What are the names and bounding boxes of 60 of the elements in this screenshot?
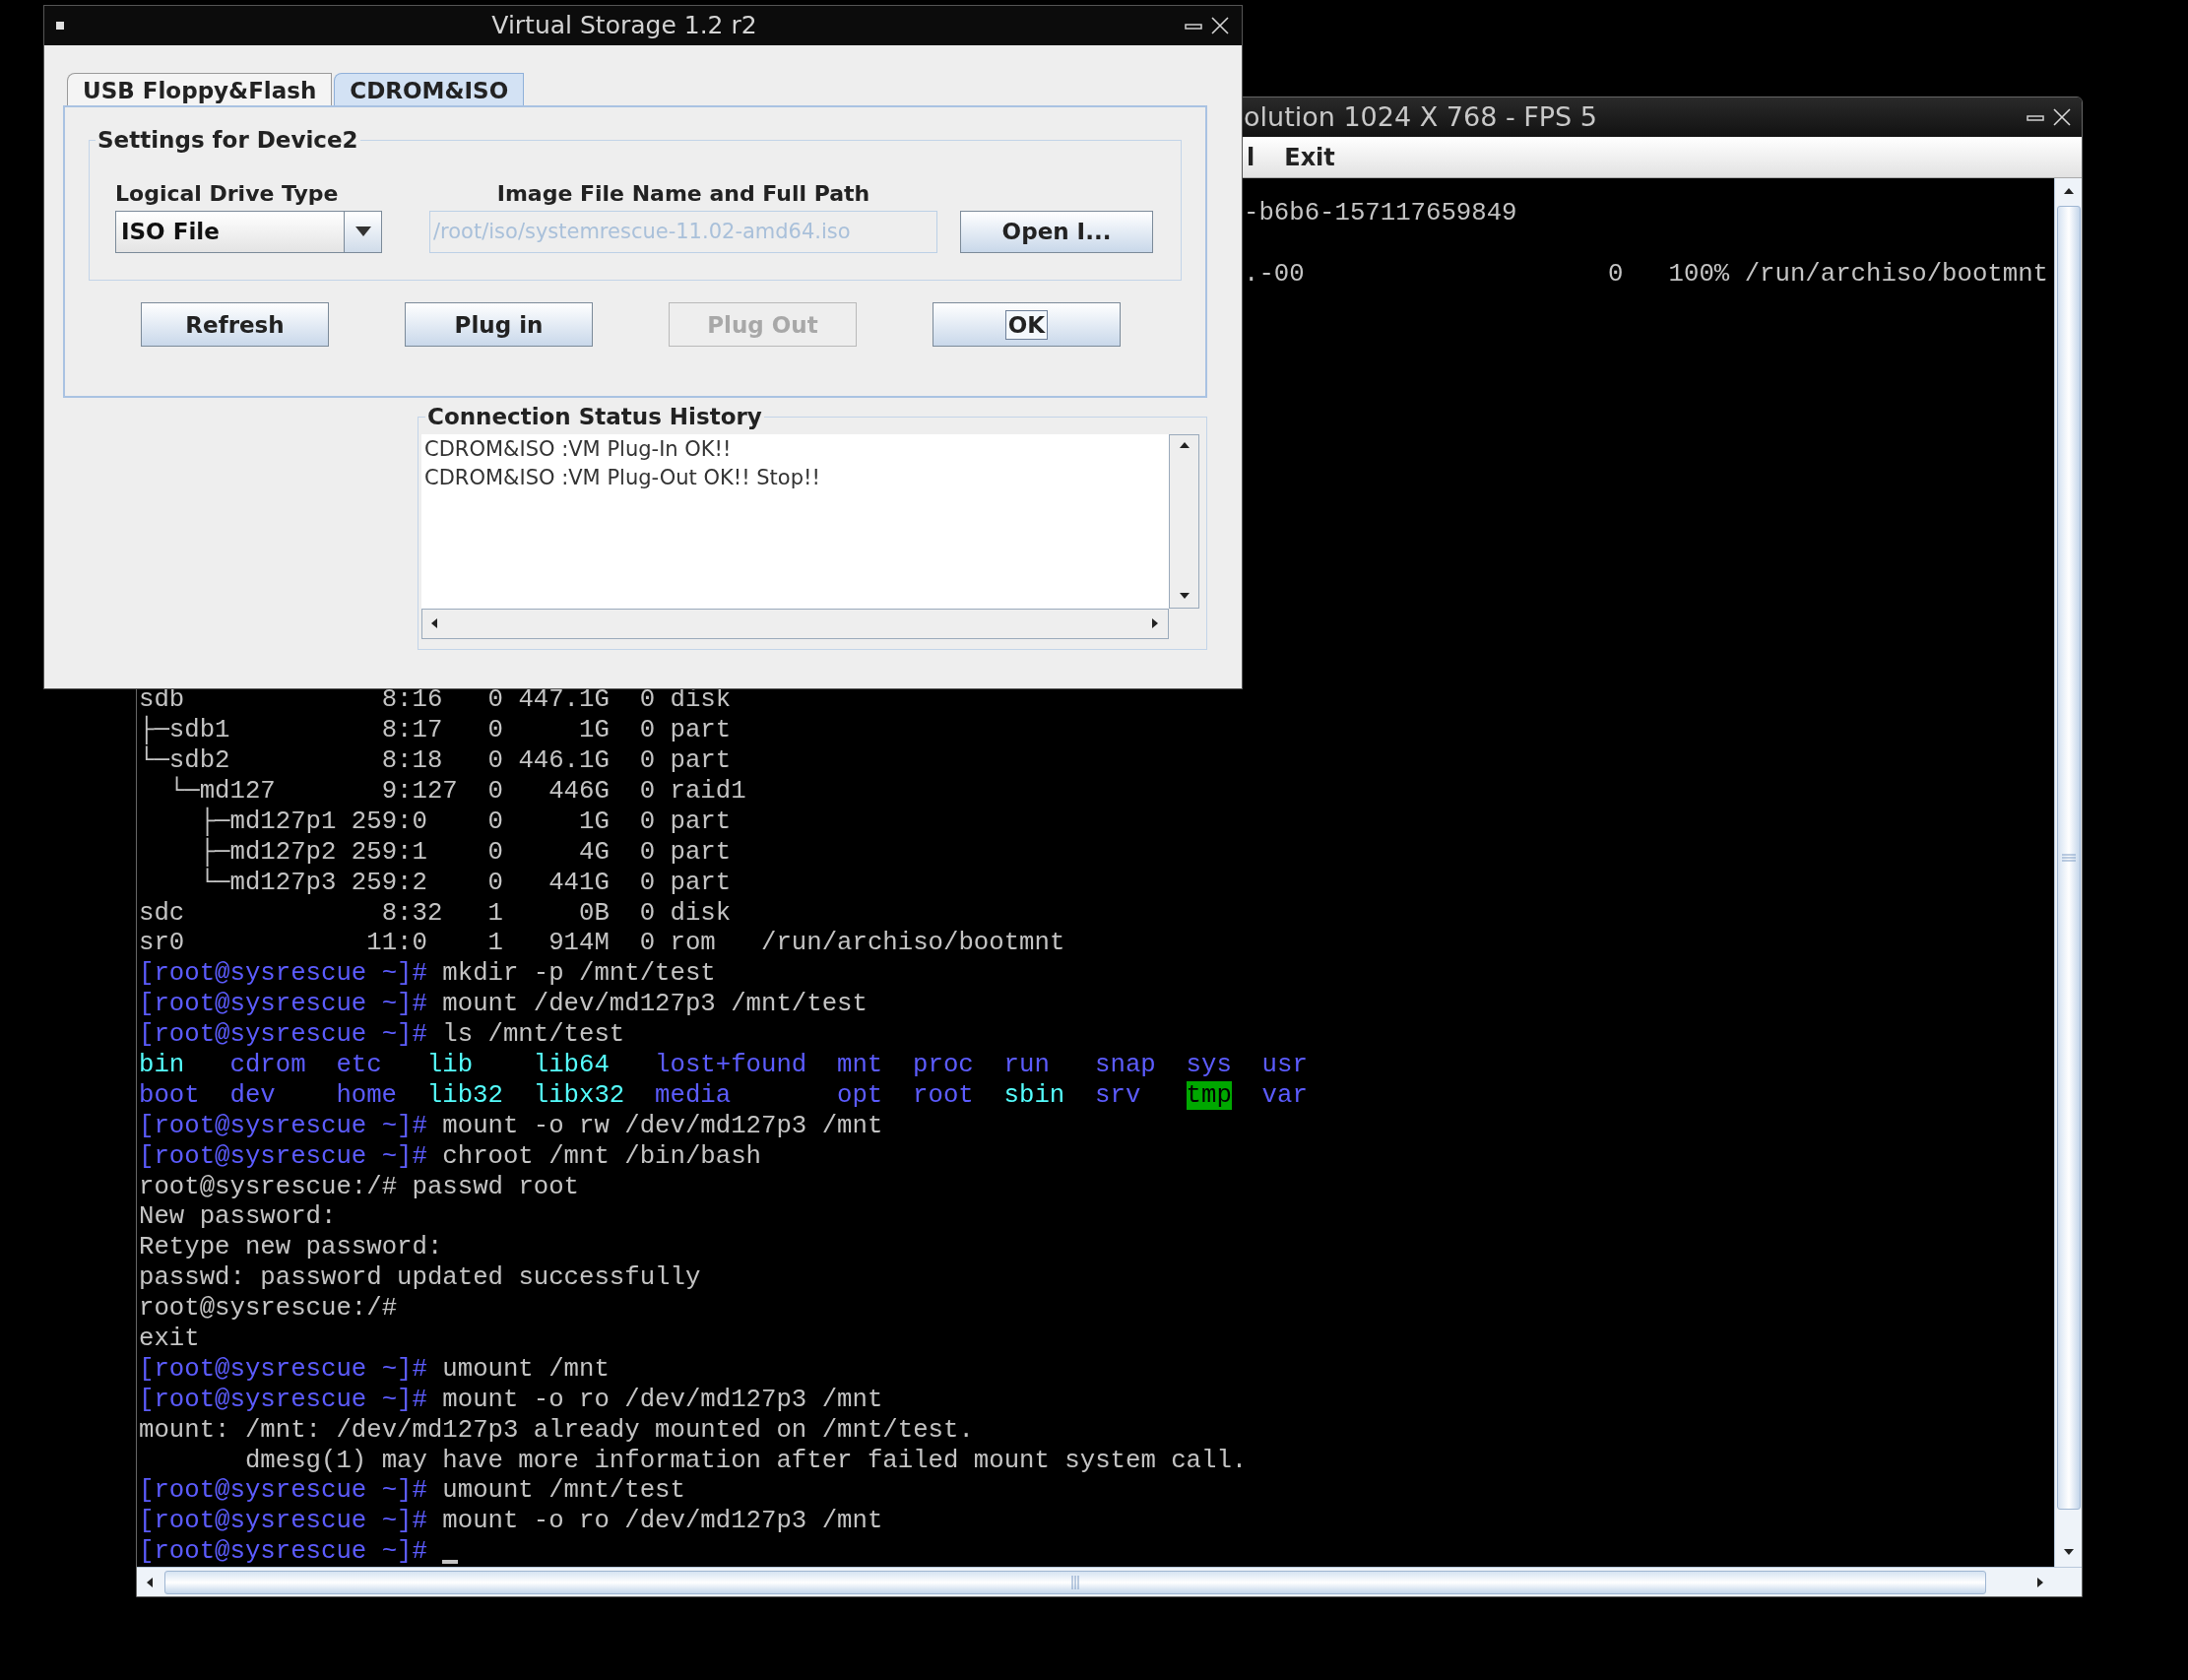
terminal-line: root@sysrescue:/# — [139, 1294, 398, 1325]
scrollbar-thumb[interactable] — [2056, 206, 2081, 1510]
close-icon[interactable] — [2052, 107, 2072, 127]
group-title: Connection Status History — [426, 403, 763, 431]
open-button[interactable]: Open I... — [960, 210, 1153, 253]
terminal-line: [root@sysrescue ~]# mount -o rw /dev/md127p3 /mnt — [139, 1111, 883, 1142]
terminal-line: [root@sysrescue ~]# mount -o ro /dev/md127p3 /mnt — [139, 1507, 883, 1538]
vertical-scrollbar[interactable] — [1169, 433, 1199, 609]
terminal-line: passwd: password updated successfully — [139, 1263, 701, 1295]
terminal-line: [root@sysrescue ~]# — [139, 1537, 458, 1567]
minimize-icon[interactable] — [2027, 112, 2044, 122]
terminal-line: ├─md127p2 259:1 0 4G 0 part — [198, 837, 732, 867]
tab[interactable]: USB Floppy&Flash — [67, 73, 333, 105]
terminal-line: New password: — [139, 1202, 337, 1234]
log-line: CDROM&ISO :VM Plug-In OK!! — [424, 435, 732, 463]
horizontal-scrollbar[interactable] — [421, 608, 1169, 639]
terminal-line: sdb 8:16 0 447.1G 0 disk — [139, 685, 732, 715]
terminal-line: [root@sysrescue ~]# mkdir -p /mnt/test — [139, 959, 716, 991]
terminal-line: [root@sysrescue ~]# umount /mnt/test — [139, 1476, 685, 1508]
terminal-line: root@sysrescue:/# passwd root — [139, 1172, 580, 1203]
terminal-line: sdc 8:32 1 0B 0 disk — [139, 898, 732, 930]
terminal-line: Retype new password: — [139, 1233, 443, 1264]
action-button[interactable]: OK — [933, 302, 1121, 347]
terminal-line: ├─sdb1 8:17 0 1G 0 part — [139, 716, 732, 746]
log-line: CDROM&ISO :VM Plug-Out OK!! Stop!! — [424, 464, 820, 491]
terminal-line: bin cdrom etc lib lib64 lost+found mnt proc run snap sys usr — [139, 1051, 1308, 1081]
terminal-line: -b6b6-157117659849 — [1244, 198, 1517, 229]
caret-icon — [354, 226, 371, 236]
drive-type-dropdown[interactable]: ISO File — [115, 210, 382, 253]
grip-icon — [2061, 854, 2076, 862]
action-button[interactable]: Plug in — [405, 302, 593, 347]
terminal-line: .-00 0 100% /run/archiso/bootmnt — [1244, 259, 2048, 291]
horizontal-scrollbar[interactable] — [137, 1567, 2082, 1596]
terminal-line: └─md127p3 259:2 0 441G 0 part — [198, 868, 732, 899]
vertical-scrollbar[interactable] — [2054, 178, 2082, 1567]
terminal-line: [root@sysrescue ~]# chroot /mnt /bin/bash — [139, 1141, 761, 1173]
window-title: Virtual Storage 1.2 r2 — [491, 10, 757, 42]
field-label: Image File Name and Full Path — [496, 179, 870, 208]
scrollbar-thumb[interactable] — [164, 1570, 1986, 1594]
terminal-line: dmesg(1) may have more information after failed mount system call. — [244, 1446, 1248, 1477]
terminal-line: boot dev home lib32 libx32 media opt root sbin srv tmp var — [139, 1080, 1308, 1112]
terminal-line: mount: /mnt: /dev/md127p3 already mounted on /mnt/test. — [139, 1415, 974, 1447]
terminal-line: [root@sysrescue ~]# mount /dev/md127p3 /mnt/test — [139, 990, 868, 1021]
window-title: olution 1024 X 768 - FPS 5 — [1244, 99, 1598, 134]
terminal-line: └─sdb2 8:18 0 446.1G 0 part — [139, 746, 732, 776]
close-icon[interactable] — [1210, 16, 1230, 35]
terminal-line: [root@sysrescue ~]# mount -o ro /dev/md127p3 /mnt — [139, 1385, 883, 1416]
terminal-line: └─md127 9:127 0 446G 0 raid1 — [167, 776, 746, 807]
minimize-icon[interactable] — [1185, 21, 1202, 31]
terminal-line: exit — [139, 1325, 200, 1355]
terminal-line: [root@sysrescue ~]# umount /mnt — [139, 1354, 610, 1386]
menu-item[interactable]: Exit — [1284, 139, 1335, 175]
grip-icon — [1071, 1575, 1079, 1589]
terminal-line: sr0 11:0 1 914M 0 rom /run/archiso/bootmnt — [139, 929, 1065, 960]
field-label: Logical Drive Type — [115, 179, 340, 208]
terminal-line: [root@sysrescue ~]# ls /mnt/test — [139, 1020, 625, 1051]
action-button[interactable]: Refresh — [141, 302, 329, 347]
group-title: Settings for Device2 — [97, 126, 359, 155]
menu-item[interactable]: l — [1247, 139, 1255, 175]
tab[interactable]: CDROM&ISO — [334, 73, 525, 105]
